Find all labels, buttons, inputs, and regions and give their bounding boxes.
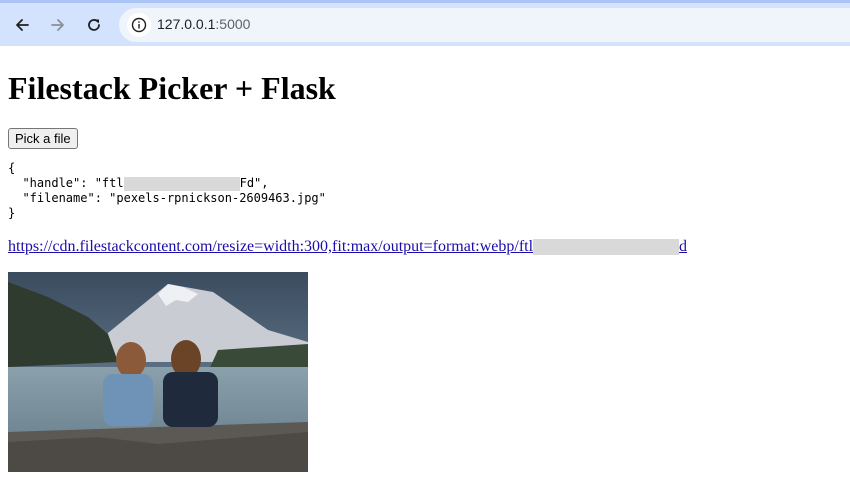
cdn-url-link[interactable]: https://cdn.filestackcontent.com/resize=… [8,238,687,256]
forward-button[interactable] [44,11,72,39]
back-button[interactable] [8,11,36,39]
address-bar[interactable]: 127.0.0.1:5000 [119,8,850,42]
reload-icon [88,19,100,31]
url-port: :5000 [215,16,251,32]
redacted-handle [123,176,240,191]
pick-file-button[interactable]: Pick a file [8,128,78,149]
forward-arrow-icon [51,19,64,31]
json-handle-suffix: Fd", [239,176,269,190]
json-close-brace: } [8,206,16,220]
result-json: { "handle": "ftl Fd", "filename": "pexels… [8,161,326,221]
page-title: Filestack Picker + Flask [8,70,336,106]
json-handle-key: "handle": "ftl [8,176,124,190]
json-open-brace: { [8,161,16,175]
url-text[interactable]: 127.0.0.1:5000 [157,16,250,32]
reload-button[interactable] [80,11,108,39]
back-arrow-icon [16,19,29,31]
json-filename-line: "filename": "pexels-rpnickson-2609463.jp… [8,191,326,205]
info-icon[interactable] [127,13,151,37]
url-host: 127.0.0.1 [157,16,216,32]
cdn-url-suffix: d [679,238,688,255]
browser-toolbar: 127.0.0.1:5000 [0,0,850,46]
cdn-url-prefix: https://cdn.filestackcontent.com/resize=… [8,238,534,255]
uploaded-image [8,272,308,472]
redacted-url-segment [533,239,680,256]
